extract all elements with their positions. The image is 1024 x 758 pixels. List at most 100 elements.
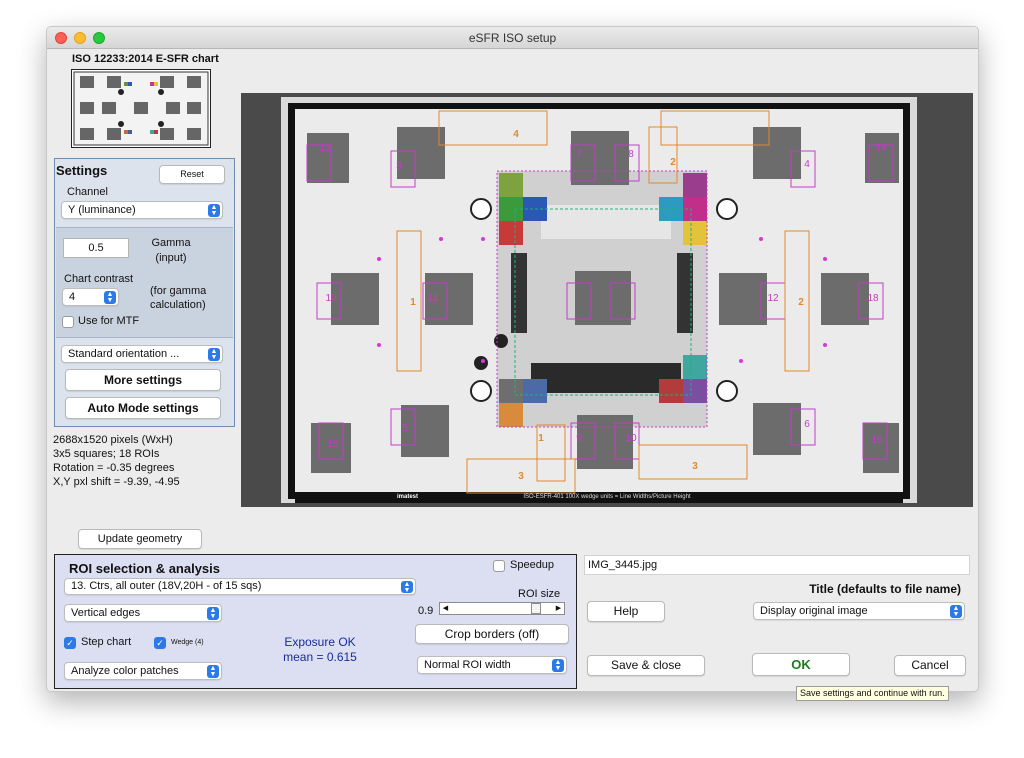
- chevron-updown-icon: ▲ ▼: [950, 605, 962, 618]
- info-shift: X,Y pxl shift = -9.39, -4.95: [53, 476, 180, 488]
- roi-panel-title: ROI selection & analysis: [69, 561, 221, 576]
- gamma-input[interactable]: 0.5: [63, 238, 129, 258]
- roi-number: 6: [804, 419, 810, 430]
- help-button[interactable]: Help: [587, 601, 665, 622]
- update-geometry-button[interactable]: Update geometry: [78, 529, 202, 549]
- slider-thumb[interactable]: [530, 603, 541, 614]
- roi-size-value: 0.9: [418, 605, 434, 617]
- roi-number: 3: [396, 161, 402, 172]
- roi-size-label: ROI size: [518, 588, 561, 600]
- chart-contrast-select[interactable]: 4 ▲ ▼: [62, 288, 119, 306]
- crop-borders-button[interactable]: Crop borders (off): [415, 624, 569, 644]
- roi-number: 16: [871, 435, 883, 446]
- slider-left-arrow-icon[interactable]: ◀: [441, 604, 450, 613]
- step-chart-label: Step chart: [81, 636, 132, 648]
- roi-number: 4: [804, 159, 810, 170]
- speedup-label: Speedup: [510, 559, 555, 571]
- chevron-updown-icon: ▲ ▼: [552, 659, 564, 672]
- roi-number: 10: [325, 293, 337, 304]
- filename-field[interactable]: IMG_3445.jpg: [584, 555, 970, 575]
- channel-select-value: Y (luminance): [68, 204, 136, 216]
- channel-label: Channel: [67, 186, 108, 198]
- chevron-updown-icon: ▲ ▼: [208, 204, 220, 217]
- roi-number: 12: [767, 293, 779, 304]
- imatest-logo: imatest: [397, 494, 418, 500]
- gamma-label: Gamma: [151, 237, 191, 249]
- reset-button[interactable]: Reset: [159, 165, 225, 184]
- roi-number: 14: [875, 143, 887, 154]
- chevron-updown-icon: ▲ ▼: [104, 291, 116, 304]
- settings-panel: Settings Reset Channel Y (luminance) ▲ ▼ 0…: [54, 158, 235, 427]
- esfr-setup-window: eSFR ISO setup ISO 12233:2014 E-SFR char…: [46, 26, 979, 692]
- roi-number: 15: [327, 439, 339, 450]
- wedge-checkbox[interactable]: ✓: [154, 637, 166, 649]
- chart-thumbnail-icon: [73, 71, 209, 146]
- roi-size-slider[interactable]: ◀ ▶: [439, 602, 565, 615]
- contrast-note-line2: calculation): [150, 299, 206, 311]
- roi-width-value: Normal ROI width: [424, 659, 511, 671]
- roi-number: 13: [319, 143, 331, 154]
- roi-number: 11: [428, 293, 439, 304]
- roi-number: 8: [628, 149, 634, 160]
- edges-select[interactable]: Vertical edges ▲ ▼: [64, 604, 222, 622]
- roi-number: 4: [513, 129, 519, 140]
- use-for-mtf-checkbox[interactable]: [62, 316, 74, 328]
- chevron-updown-icon: ▲ ▼: [207, 665, 219, 678]
- roi-number: 2: [798, 297, 804, 308]
- use-for-mtf-label: Use for MTF: [78, 315, 140, 327]
- roi-number: 3: [692, 461, 698, 472]
- step-chart-checkbox[interactable]: ✓: [64, 637, 76, 649]
- title-label: Title (defaults to file name): [809, 582, 961, 596]
- settings-title: Settings: [56, 163, 108, 178]
- ok-button[interactable]: OK: [752, 653, 850, 676]
- info-rotation: Rotation = -0.35 degrees: [53, 462, 175, 474]
- thumbnail-title: ISO 12233:2014 E-SFR chart: [72, 53, 219, 65]
- esfr-chart-image: 13 3 7 8 4 14 4 2 10 11 1 12 2 18 15 5 9…: [241, 93, 973, 507]
- contrast-note-line1: (for gamma: [150, 285, 207, 297]
- save-close-button[interactable]: Save & close: [587, 655, 705, 676]
- color-patches-select[interactable]: Analyze color patches ▲ ▼: [64, 662, 222, 680]
- roi-number: 1: [410, 297, 416, 308]
- image-info: 2688x1520 pixels (WxH) 3x5 squares; 18 R…: [53, 433, 180, 489]
- chart-thumbnail: [71, 69, 211, 148]
- chevron-updown-icon: ▲ ▼: [401, 581, 413, 594]
- edges-value: Vertical edges: [71, 607, 141, 619]
- roi-number: 9: [576, 433, 582, 444]
- chevron-updown-icon: ▲ ▼: [207, 607, 219, 620]
- orientation-select[interactable]: Standard orientation ... ▲ ▼: [61, 345, 223, 363]
- window-title: eSFR ISO setup: [468, 31, 557, 45]
- roi-number: 10: [625, 433, 637, 444]
- chart-image-view[interactable]: 13 3 7 8 4 14 4 2 10 11 1 12 2 18 15 5 9…: [241, 93, 973, 507]
- info-pixels: 2688x1520 pixels (WxH): [53, 434, 173, 446]
- orientation-value: Standard orientation ...: [68, 348, 180, 360]
- auto-mode-settings-button[interactable]: Auto Mode settings: [65, 397, 221, 419]
- roi-number: 5: [402, 423, 408, 434]
- ok-tooltip: Save settings and continue with run.: [796, 686, 949, 701]
- roi-number: 1: [538, 433, 544, 444]
- info-squares: 3x5 squares; 18 ROIs: [53, 448, 160, 460]
- gamma-input-label: (input): [155, 252, 187, 264]
- exposure-mean: mean = 0.615: [283, 650, 357, 664]
- slider-right-arrow-icon[interactable]: ▶: [554, 604, 563, 613]
- gamma-subpanel: 0.5 Gamma (input) Chart contrast 4 ▲ ▼ (fo…: [56, 227, 233, 338]
- exposure-status: Exposure OK: [284, 635, 356, 649]
- roi-number: 7: [576, 149, 582, 160]
- channel-select[interactable]: Y (luminance) ▲ ▼: [61, 201, 223, 219]
- display-value: Display original image: [760, 605, 868, 617]
- speedup-checkbox[interactable]: [493, 560, 505, 572]
- wedge-label: Wedge (4): [171, 639, 204, 646]
- chart-contrast-value: 4: [69, 291, 76, 303]
- chevron-updown-icon: ▲ ▼: [208, 348, 220, 361]
- roi-selection-value: 13. Ctrs, all outer (18V,20H - of 15 sqs…: [71, 580, 262, 592]
- roi-number: 3: [518, 471, 524, 482]
- color-patches-value: Analyze color patches: [71, 665, 179, 677]
- display-select[interactable]: Display original image ▲ ▼: [753, 602, 965, 620]
- more-settings-button[interactable]: More settings: [65, 369, 221, 391]
- chart-contrast-label: Chart contrast: [64, 273, 134, 285]
- roi-selection-select[interactable]: 13. Ctrs, all outer (18V,20H - of 15 sqs…: [64, 578, 416, 595]
- roi-width-select[interactable]: Normal ROI width ▲ ▼: [417, 656, 567, 674]
- cancel-button[interactable]: Cancel: [894, 655, 966, 676]
- title-bar: eSFR ISO setup: [47, 27, 978, 49]
- roi-number: 18: [867, 293, 879, 304]
- roi-number: 2: [670, 157, 676, 168]
